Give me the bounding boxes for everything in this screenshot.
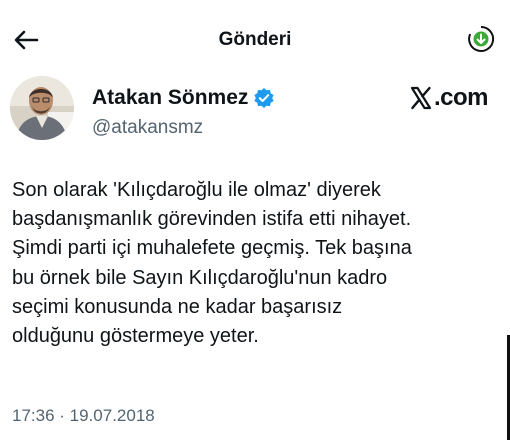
x-logo-icon	[410, 86, 432, 110]
tweet-line: bu örnek bile Sayın Kılıçdaroğlu'nun kad…	[12, 266, 388, 289]
download-icon	[468, 25, 495, 52]
download-button[interactable]	[464, 22, 498, 56]
brand-label: .com	[433, 84, 489, 111]
tweet-line: seçimi konusunda ne kadar başarısız	[12, 295, 343, 318]
tweet-timestamp[interactable]: 17:36 · 19.07.2018	[12, 406, 155, 426]
tweet-line: Şimdi parti içi muhalefete geçmiş. Tek b…	[12, 237, 412, 260]
top-bar: Gönderi	[0, 0, 510, 80]
verified-badge-icon	[253, 87, 275, 109]
tweet-line: başdanışmanlık görevinden istifa etti ni…	[12, 208, 412, 231]
tweet-line: olduğunu göstermeye yeter.	[12, 325, 259, 348]
tweet-text: Son olarak 'Kılıçdaroğlu ile olmaz' diye…	[12, 176, 502, 351]
tweet-author: Atakan Sönmez @atakansmz .com	[8, 75, 502, 145]
author-handle[interactable]: @atakansmz	[92, 117, 203, 139]
author-name[interactable]: Atakan Sönmez	[92, 86, 248, 110]
avatar[interactable]	[10, 76, 74, 140]
brand-watermark: .com	[409, 84, 489, 112]
page-title: Gönderi	[218, 29, 292, 50]
tweet-line: Son olarak 'Kılıçdaroğlu ile olmaz' diye…	[12, 179, 381, 201]
author-name-row: Atakan Sönmez	[92, 86, 275, 110]
